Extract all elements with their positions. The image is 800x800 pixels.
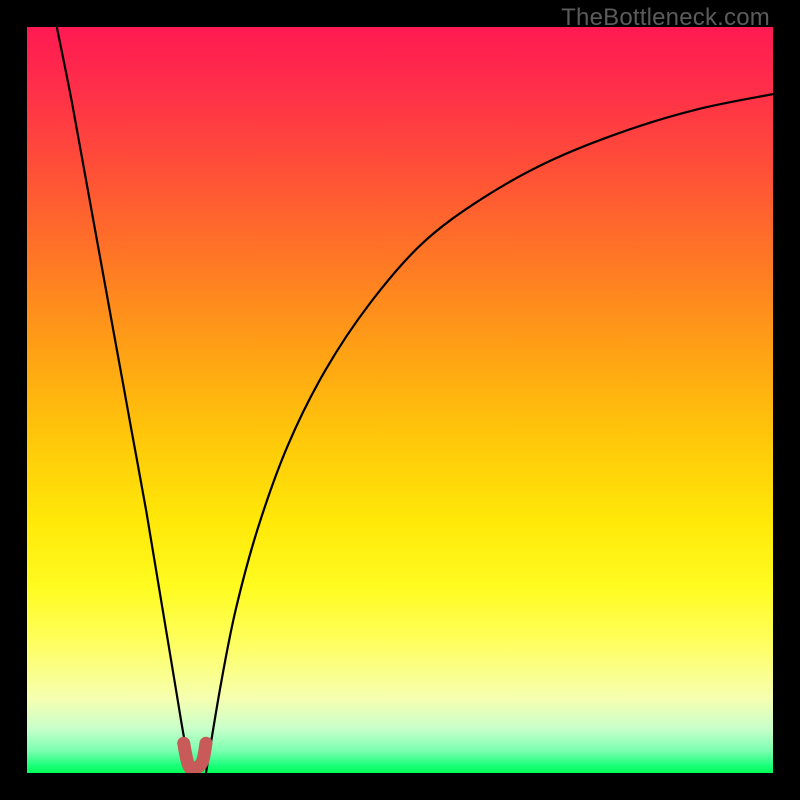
chart-frame: TheBottleneck.com [0,0,800,800]
curves-svg [27,27,773,773]
curve-right-branch [206,94,773,773]
plot-area [27,27,773,773]
watermark-text: TheBottleneck.com [561,4,770,32]
curve-left-branch [57,27,191,773]
optimal-marker [184,743,206,770]
